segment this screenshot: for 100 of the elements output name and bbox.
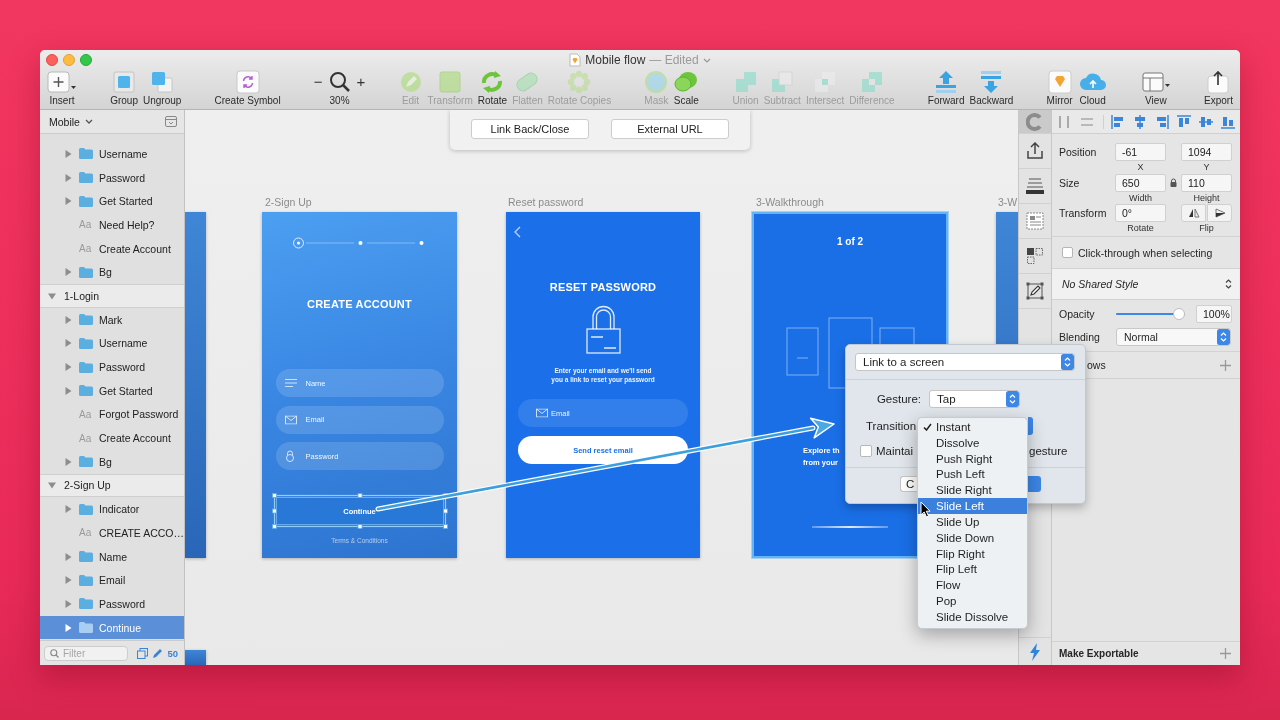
toolbar-button[interactable]: Rotate <box>477 70 508 107</box>
number-field[interactable]: 650 <box>1115 173 1166 192</box>
toolbar-button[interactable]: Create Symbol <box>214 70 281 107</box>
document-lines-icon[interactable] <box>1026 212 1044 230</box>
triangle-down-icon[interactable] <box>48 481 56 490</box>
page-selector[interactable]: Mobile <box>49 115 93 128</box>
triangle-right-icon[interactable] <box>64 315 72 324</box>
number-field[interactable]: 110 <box>1181 173 1232 192</box>
link-option-button[interactable]: Link Back/Close <box>471 119 589 139</box>
document-icon <box>569 53 582 67</box>
triangle-right-icon[interactable] <box>64 457 72 466</box>
menu-item[interactable]: Push Right <box>918 450 1027 467</box>
upload-icon[interactable] <box>1026 142 1044 160</box>
stacked-bars-icon[interactable] <box>1025 177 1045 195</box>
menu-item[interactable]: Pop <box>918 593 1027 609</box>
menu-item[interactable]: Flip Left <box>918 561 1027 578</box>
lock-icon[interactable] <box>1170 178 1177 187</box>
minimize-button[interactable] <box>63 54 75 66</box>
stepper-icon <box>1217 328 1230 345</box>
toolbar-button[interactable]: Mirror <box>1046 70 1073 107</box>
toolbar-button[interactable]: Insert <box>47 70 77 107</box>
triangle-right-icon[interactable] <box>64 599 72 608</box>
toolbar-button[interactable]: Ungroup <box>142 70 182 107</box>
menu-item[interactable]: Slide Right <box>918 482 1027 499</box>
flip-button[interactable] <box>1181 204 1206 222</box>
chevron-down-icon[interactable] <box>702 57 711 63</box>
triangle-down-icon[interactable] <box>48 291 56 300</box>
pencil-frame-icon[interactable] <box>1026 282 1044 300</box>
stepper-icon[interactable] <box>1028 417 1033 435</box>
tray-icon[interactable] <box>165 116 177 127</box>
filter-field[interactable]: Filter <box>44 645 128 661</box>
toolbar-button[interactable]: Scale <box>673 70 700 107</box>
add-icon[interactable] <box>1220 359 1231 371</box>
triangle-right-icon[interactable] <box>64 552 72 561</box>
align-middle-icon[interactable] <box>1199 114 1213 129</box>
toolbar-button[interactable]: Cloud <box>1077 70 1108 107</box>
triangle-right-icon[interactable] <box>64 149 72 158</box>
menu-item[interactable]: Push Left <box>918 466 1027 483</box>
gesture-select[interactable]: Tap <box>929 390 1020 408</box>
link-option-button[interactable]: External URL <box>611 119 729 139</box>
maintain-checkbox[interactable] <box>860 445 872 457</box>
zoom-out-button[interactable]: − <box>313 74 323 90</box>
vertical-bars-icon[interactable] <box>1057 114 1071 129</box>
menu-item[interactable]: Flip Right <box>918 545 1027 562</box>
align-bottom-icon[interactable] <box>1221 114 1235 129</box>
number-field[interactable]: 1094 <box>1181 143 1232 161</box>
triangle-right-icon[interactable] <box>64 339 72 348</box>
align-center-icon[interactable] <box>1133 114 1147 129</box>
zoom-button[interactable] <box>80 54 92 66</box>
toolbar-button[interactable]: Forward <box>927 70 965 107</box>
opacity-field[interactable]: 100% <box>1196 304 1232 323</box>
number-field[interactable]: 0° <box>1115 204 1166 222</box>
triangle-right-icon[interactable] <box>64 268 72 277</box>
opacity-slider[interactable] <box>1116 307 1185 320</box>
menu-item[interactable]: Dissolve <box>918 434 1027 451</box>
plugin-tab[interactable] <box>1019 110 1051 134</box>
toolbar-button[interactable]: Group <box>110 70 138 107</box>
align-left-icon[interactable] <box>1111 114 1125 129</box>
lightning-icon[interactable] <box>1029 642 1041 661</box>
target-select[interactable]: Link to a screen <box>855 353 1075 371</box>
section-title: Make Exportable <box>1059 648 1139 659</box>
triangle-right-icon[interactable] <box>64 173 72 182</box>
align-right-icon[interactable] <box>1155 114 1169 129</box>
menu-item[interactable]: Instant <box>918 419 1027 435</box>
add-icon[interactable] <box>1220 648 1231 659</box>
updown-icon <box>1225 278 1232 290</box>
menu-item[interactable]: Flow <box>918 577 1027 594</box>
stepper-icon <box>1061 354 1074 370</box>
slider-thumb[interactable] <box>1173 307 1185 320</box>
menu-item[interactable]: Slide Left <box>918 498 1027 514</box>
artboard-row[interactable]: 1-Login <box>40 284 184 308</box>
number-field[interactable]: -61 <box>1115 143 1166 161</box>
flip-horizontal-icon <box>1187 208 1200 218</box>
triangle-right-icon[interactable] <box>64 623 72 632</box>
triangle-right-icon[interactable] <box>64 386 72 395</box>
zoom-in-button[interactable]: + <box>356 74 366 90</box>
blending-select[interactable]: Normal <box>1116 327 1231 346</box>
artboard-row[interactable]: 2-Sign Up <box>40 473 184 498</box>
triangle-right-icon[interactable] <box>64 505 72 514</box>
menu-item[interactable]: Slide Up <box>918 513 1027 530</box>
triangle-right-icon[interactable] <box>64 576 72 585</box>
triangle-right-icon[interactable] <box>64 197 72 206</box>
confirm-button[interactable] <box>1028 476 1041 492</box>
triangle-right-icon[interactable] <box>64 363 72 372</box>
toolbar-button[interactable]: Export <box>1204 70 1233 107</box>
close-button[interactable] <box>46 54 58 66</box>
toolbar-button[interactable]: View <box>1140 70 1171 107</box>
align-top-icon[interactable] <box>1177 114 1191 129</box>
menu-item[interactable]: Slide Down <box>918 529 1027 546</box>
dashed-squares-icon[interactable] <box>1026 247 1044 265</box>
cancel-button[interactable]: C <box>900 476 917 492</box>
click-through-checkbox[interactable] <box>1062 247 1073 258</box>
toolbar-button[interactable]: Backward <box>969 70 1014 107</box>
pencil-icon[interactable] <box>152 647 164 659</box>
squares-icon[interactable] <box>137 647 149 659</box>
shared-style-select[interactable]: No Shared Style <box>1052 268 1240 300</box>
edited-status: — Edited <box>649 53 699 67</box>
menu-item[interactable]: Slide Dissolve <box>918 608 1027 625</box>
flip-button[interactable] <box>1207 204 1232 222</box>
checkbox-label: Maintai <box>876 445 914 457</box>
